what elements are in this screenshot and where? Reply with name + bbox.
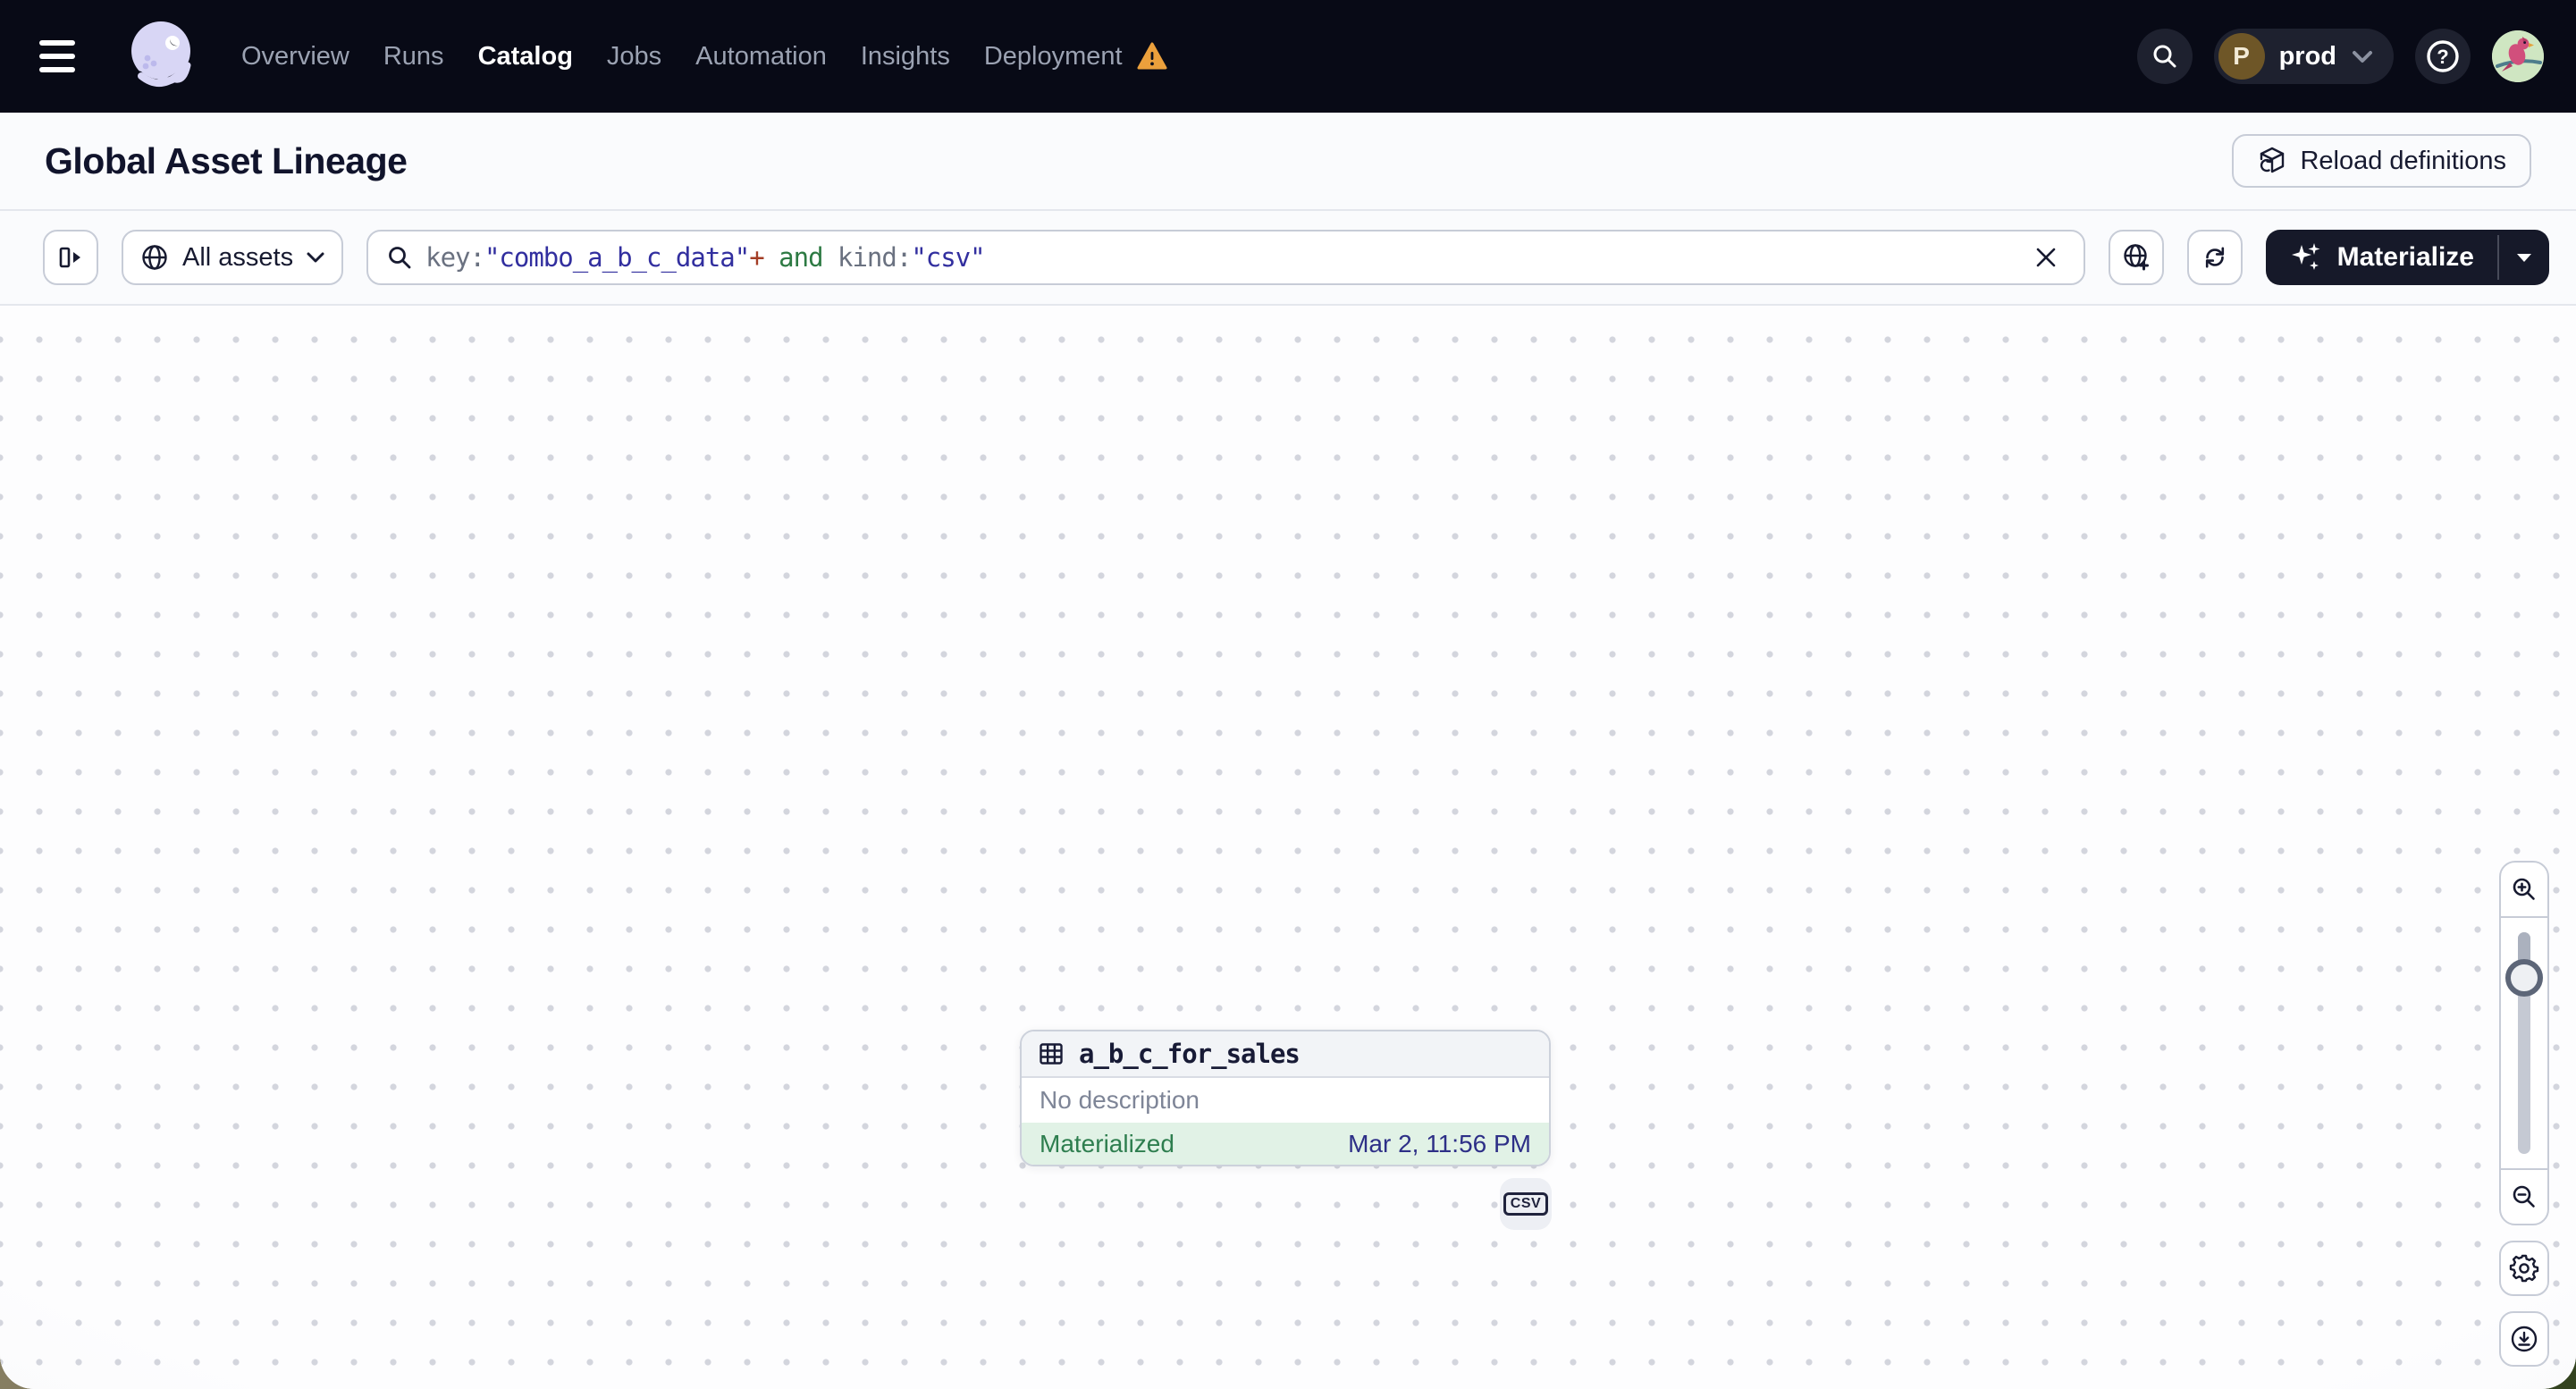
svg-text:?: ? xyxy=(2437,46,2448,68)
open-left-panel-button[interactable] xyxy=(43,230,98,285)
zoom-control-group xyxy=(2499,861,2549,1225)
page-header: Global Asset Lineage Reload definitions xyxy=(0,113,2576,211)
globe-icon xyxy=(139,242,170,273)
reload-cube-icon xyxy=(2257,146,2287,176)
clear-search-icon[interactable] xyxy=(2026,238,2066,277)
lineage-toolbar: All assets key:"combo_a_b_c_data"+ and k… xyxy=(0,211,2576,306)
asset-group-filter[interactable]: All assets xyxy=(122,230,344,285)
top-nav: Overview Runs Catalog Jobs Automation In… xyxy=(0,0,2576,113)
zoom-in-icon[interactable] xyxy=(2501,863,2547,918)
help-icon[interactable]: ? xyxy=(2415,29,2471,84)
graph-settings-gear-icon[interactable] xyxy=(2499,1241,2549,1296)
materialize-button[interactable]: Materialize xyxy=(2266,230,2497,285)
asset-description: No description xyxy=(1040,1086,1200,1114)
deployment-switcher[interactable]: P prod xyxy=(2213,29,2394,84)
canvas-vignette xyxy=(0,306,2576,1389)
asset-node-a-b-c-for-sales[interactable]: a_b_c_for_sales No description Materiali… xyxy=(1020,1030,1551,1166)
nav-item-overview[interactable]: Overview xyxy=(241,42,349,72)
lineage-canvas[interactable]: a_b_c_for_sales No description Materiali… xyxy=(0,306,2576,1389)
nav-item-catalog[interactable]: Catalog xyxy=(478,42,573,72)
nav-item-deployment[interactable]: Deployment xyxy=(984,42,1167,72)
user-avatar[interactable] xyxy=(2492,30,2544,82)
materialized-status: Materialized xyxy=(1040,1129,1174,1158)
nav-right-cluster: P prod ? xyxy=(2136,29,2544,84)
materialize-split-button: Materialize xyxy=(2265,230,2549,285)
asset-search-input[interactable]: key:"combo_a_b_c_data"+ and kind:"csv" xyxy=(366,230,2085,285)
materialize-caret-icon[interactable] xyxy=(2499,230,2549,285)
deployment-avatar: P xyxy=(2218,33,2265,80)
kind-tag-csv: CSV xyxy=(1500,1178,1552,1230)
nav-items: Overview Runs Catalog Jobs Automation In… xyxy=(241,42,1167,72)
asset-node-header: a_b_c_for_sales xyxy=(1022,1031,1549,1078)
csv-file-icon: CSV xyxy=(1503,1192,1549,1216)
dagster-logo-icon[interactable] xyxy=(120,15,202,97)
reload-definitions-button[interactable]: Reload definitions xyxy=(2232,134,2531,188)
nav-item-runs[interactable]: Runs xyxy=(383,42,444,72)
chevron-down-icon xyxy=(306,250,325,265)
hamburger-menu-icon[interactable] xyxy=(39,28,97,85)
nav-item-insights[interactable]: Insights xyxy=(861,42,950,72)
search-icon[interactable] xyxy=(2136,29,2193,84)
dagster-app-window: Overview Runs Catalog Jobs Automation In… xyxy=(0,0,2576,1389)
zoom-slider-thumb[interactable] xyxy=(2505,959,2543,997)
refresh-icon[interactable] xyxy=(2186,230,2243,285)
search-icon xyxy=(386,244,413,271)
search-query: key:"combo_a_b_c_data"+ and kind:"csv" xyxy=(425,242,986,273)
deployment-name: prod xyxy=(2278,41,2336,71)
nav-item-jobs[interactable]: Jobs xyxy=(607,42,661,72)
nav-item-automation[interactable]: Automation xyxy=(695,42,827,72)
zoom-out-icon[interactable] xyxy=(2501,1168,2547,1224)
zoom-slider[interactable] xyxy=(2501,918,2547,1168)
download-image-icon[interactable] xyxy=(2499,1311,2549,1367)
chevron-down-icon xyxy=(2351,48,2374,64)
warning-triangle-icon xyxy=(1137,42,1167,71)
asset-status-row: Materialized Mar 2, 11:56 PM xyxy=(1022,1123,1549,1165)
materialized-timestamp: Mar 2, 11:56 PM xyxy=(1348,1129,1531,1158)
globe-add-button[interactable] xyxy=(2108,230,2164,285)
asset-name: a_b_c_for_sales xyxy=(1079,1039,1301,1069)
table-icon xyxy=(1038,1040,1065,1067)
sparkles-icon xyxy=(2289,240,2325,275)
page-title: Global Asset Lineage xyxy=(45,139,408,181)
